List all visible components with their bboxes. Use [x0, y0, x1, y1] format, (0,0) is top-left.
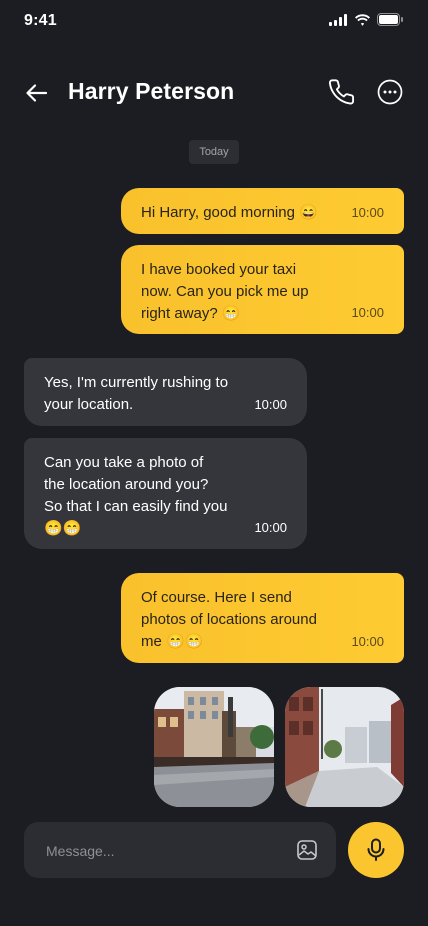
message-time: 10:00	[254, 520, 287, 535]
status-time: 9:41	[24, 12, 57, 29]
more-options-button[interactable]	[376, 78, 404, 106]
alley-photo-image	[285, 687, 404, 807]
street-photo-image	[154, 687, 274, 807]
message-bubble-outgoing[interactable]: Hi Harry, good morning 😄 10:00	[121, 188, 404, 234]
attach-image-button[interactable]	[296, 839, 318, 861]
back-button[interactable]	[24, 80, 50, 106]
date-separator: Today	[189, 140, 239, 164]
message-bubble-outgoing[interactable]: I have booked your taxi now. Can you pic…	[121, 245, 404, 334]
wifi-icon	[355, 13, 370, 26]
message-text: Can you take a photo of the location aro…	[44, 454, 228, 537]
message-time: 10:00	[351, 305, 384, 320]
voice-record-button[interactable]	[348, 822, 404, 878]
signal-icon	[329, 13, 347, 26]
message-time: 10:00	[351, 634, 384, 649]
call-button[interactable]	[328, 78, 356, 106]
status-bar: 9:41	[0, 0, 428, 44]
message-text: Of course. Here I send photos of locatio…	[141, 589, 317, 650]
more-horizontal-icon	[377, 79, 403, 105]
chat-header: Harry Peterson	[0, 66, 428, 118]
image-icon	[297, 840, 317, 860]
message-bubble-outgoing[interactable]: Of course. Here I send photos of locatio…	[121, 573, 404, 663]
microphone-icon	[367, 838, 385, 861]
message-time: 10:00	[254, 397, 287, 412]
arrow-left-icon	[26, 84, 48, 102]
status-icons	[329, 13, 404, 26]
message-text: Hi Harry, good morning 😄	[141, 204, 318, 221]
message-time: 10:00	[351, 205, 384, 220]
phone-icon	[328, 79, 355, 105]
street-photo[interactable]	[154, 687, 274, 807]
message-composer	[24, 822, 336, 880]
battery-icon	[377, 13, 403, 26]
message-text: I have booked your taxi now. Can you pic…	[141, 261, 309, 322]
message-input[interactable]	[44, 822, 278, 880]
message-bubble-incoming[interactable]: Can you take a photo of the location aro…	[24, 438, 307, 549]
message-text: Yes, I'm currently rushing to your locat…	[44, 374, 229, 413]
alley-photo[interactable]	[285, 687, 404, 807]
message-bubble-incoming[interactable]: Yes, I'm currently rushing to your locat…	[24, 358, 307, 426]
home-indicator	[147, 912, 281, 917]
contact-name: Harry Peterson	[68, 78, 235, 104]
